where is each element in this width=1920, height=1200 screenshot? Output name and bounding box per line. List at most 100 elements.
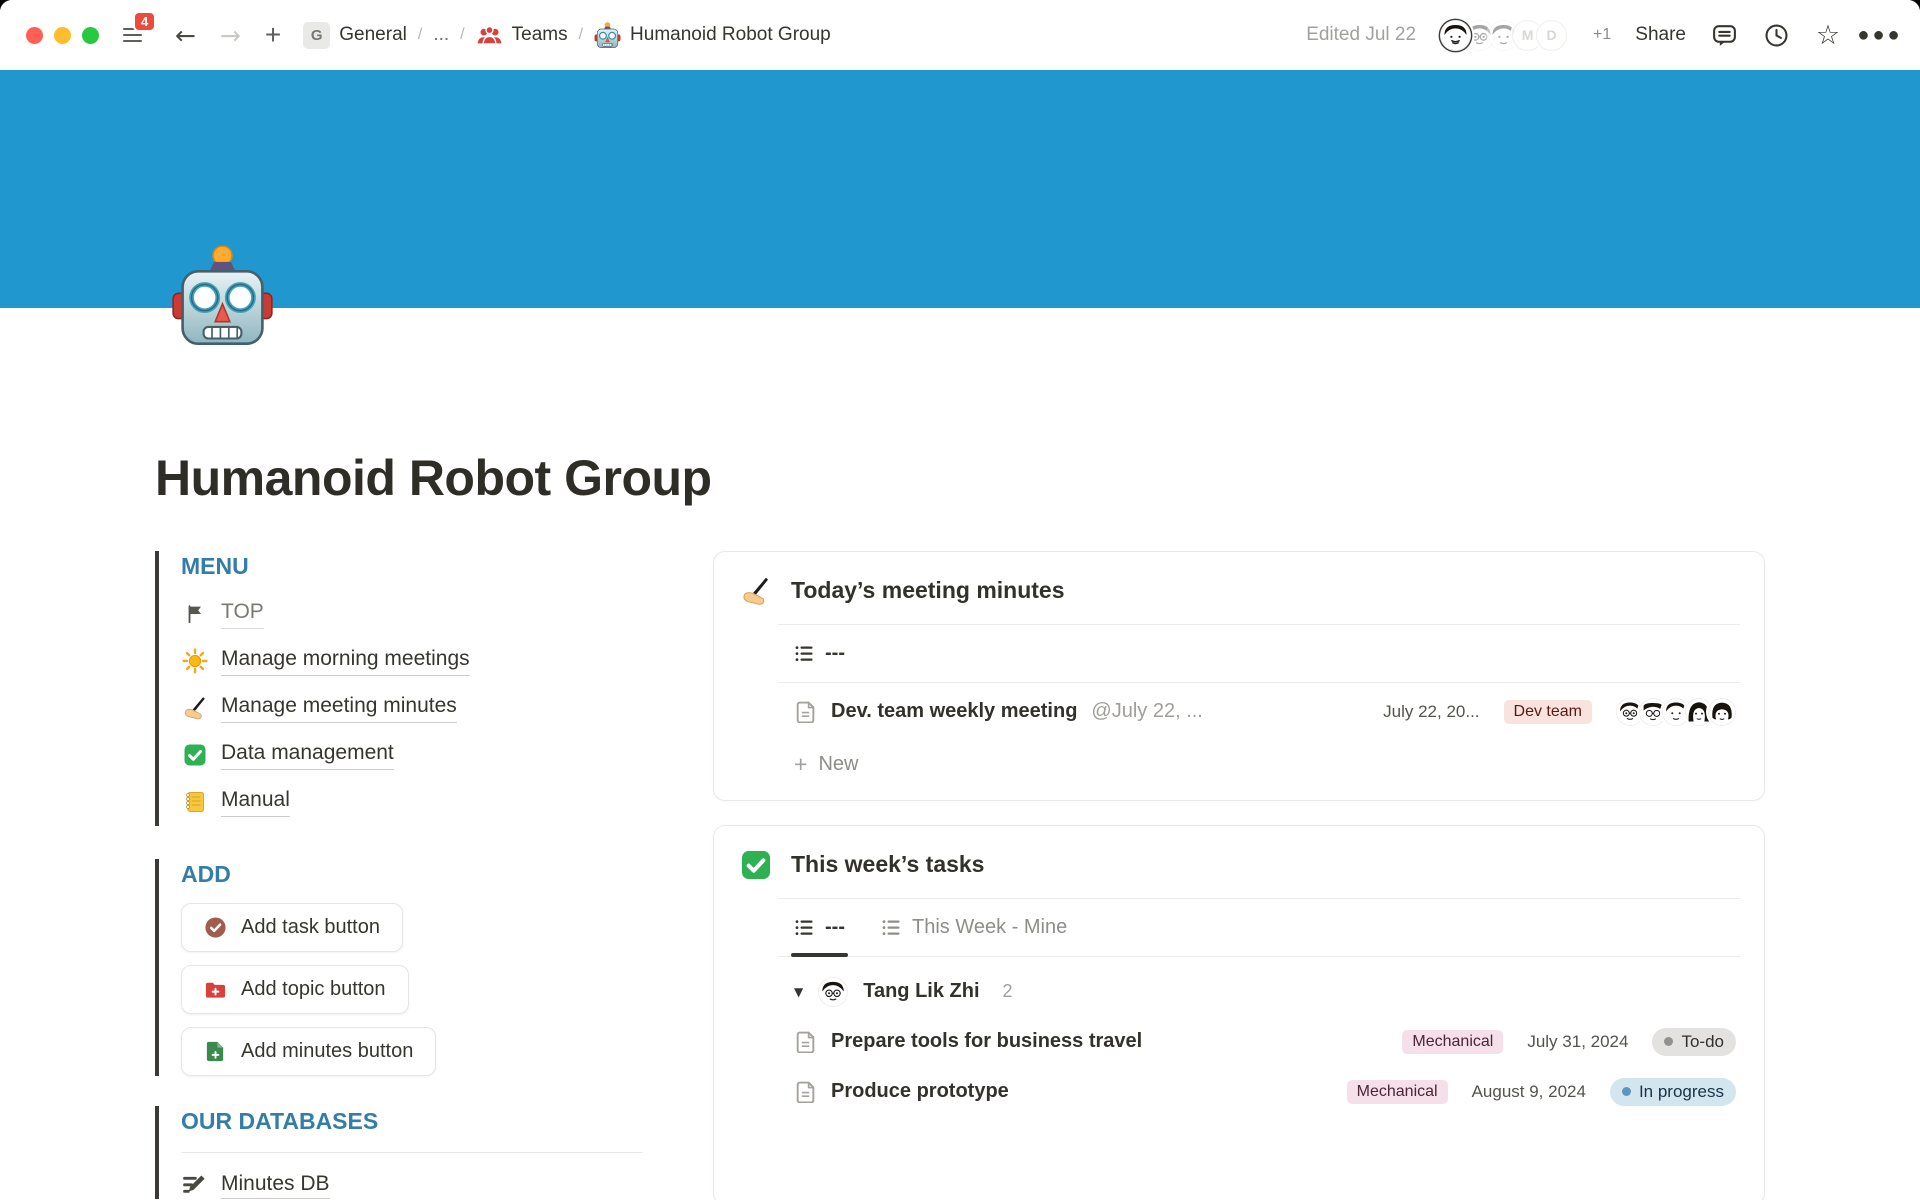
comments-icon[interactable] xyxy=(1710,21,1738,49)
page-robot-emoji-icon[interactable] xyxy=(170,244,275,349)
status-dot-icon xyxy=(1622,1087,1631,1096)
view-tab-active[interactable]: --- xyxy=(794,899,845,956)
meeting-date-mention: @July 22, ... xyxy=(1091,700,1202,723)
menu-link-label: Manage morning meetings xyxy=(221,646,470,675)
add-topic-button[interactable]: Add topic button xyxy=(181,965,409,1014)
meeting-title: Dev. team weekly meeting xyxy=(831,700,1077,723)
menu-section: MENU TOP Manage morning meet xyxy=(155,551,643,826)
new-item-label: New xyxy=(818,753,858,776)
menu-link-manual[interactable]: Manual xyxy=(181,779,643,826)
right-column: Today’s meeting minutes --- xyxy=(713,551,1765,1200)
menu-link-morning-meetings[interactable]: Manage morning meetings xyxy=(181,638,643,685)
plus-icon: + xyxy=(794,753,807,776)
menu-link-label: Manage meeting minutes xyxy=(221,693,457,722)
meeting-minutes-card: Today’s meeting minutes --- xyxy=(713,551,1765,801)
minimize-window-button[interactable] xyxy=(54,27,71,44)
compose-icon xyxy=(181,1172,207,1198)
forward-icon[interactable]: → xyxy=(220,21,241,50)
sun-icon xyxy=(181,648,208,675)
status-dot-icon xyxy=(1664,1037,1673,1046)
databases-heading: OUR DATABASES xyxy=(181,1106,643,1136)
menu-heading: MENU xyxy=(181,551,643,581)
meeting-row[interactable]: Dev. team weekly meeting @July 22, ... J… xyxy=(778,683,1740,741)
ledger-icon xyxy=(181,789,208,816)
page-title[interactable]: Humanoid Robot Group xyxy=(155,308,1765,508)
breadcrumb-workspace[interactable]: G General xyxy=(303,22,407,49)
menu-link-label: Data management xyxy=(221,740,394,769)
task-row[interactable]: Prepare tools for business travel Mechan… xyxy=(778,1017,1740,1067)
task-row[interactable]: Produce prototype Mechanical August 9, 2… xyxy=(778,1067,1740,1117)
collapse-toggle-icon[interactable]: ▼ xyxy=(794,985,803,999)
favorite-star-icon[interactable]: ☆ xyxy=(1814,21,1842,49)
group-name: Tang Lik Zhi xyxy=(863,980,979,1003)
back-icon[interactable]: ← xyxy=(175,21,196,50)
page-icon xyxy=(794,1080,817,1103)
view-tab-this-week-mine[interactable]: This Week - Mine xyxy=(881,899,1067,956)
view-tab-label: --- xyxy=(825,642,845,665)
menu-link-data-management[interactable]: Data management xyxy=(181,732,643,779)
avatar-letter-d: D xyxy=(1536,20,1567,51)
flag-icon xyxy=(181,601,208,628)
breadcrumb-workspace-label: General xyxy=(339,24,407,46)
breadcrumb-teams[interactable]: Teams xyxy=(476,22,568,49)
status-label: In progress xyxy=(1639,1082,1724,1102)
breadcrumb-teams-label: Teams xyxy=(512,24,568,46)
new-tab-icon[interactable]: + xyxy=(265,21,281,49)
list-view-icon xyxy=(881,917,902,938)
presence-overflow-count: +1 xyxy=(1593,26,1611,44)
menu-link-meeting-minutes[interactable]: Manage meeting minutes xyxy=(181,685,643,732)
updates-clock-icon[interactable] xyxy=(1762,21,1790,49)
group-header-row: ▼ Tang Lik Zhi 2 xyxy=(778,957,1740,1017)
group-avatar xyxy=(818,977,848,1007)
breadcrumb-page[interactable]: Humanoid Robot Group xyxy=(594,22,831,49)
view-tab[interactable]: --- xyxy=(794,625,845,682)
breadcrumb-separator: / xyxy=(418,26,422,44)
traffic-lights xyxy=(26,27,99,44)
edited-timestamp: Edited Jul 22 xyxy=(1306,24,1416,46)
card-title: Today’s meeting minutes xyxy=(791,577,1065,604)
more-options-icon[interactable]: ●●● xyxy=(1866,21,1894,49)
sidebar-toggle-icon[interactable]: 4 xyxy=(123,24,147,46)
breadcrumb: G General / ... / Teams / Humanoid Robot… xyxy=(303,22,830,49)
breadcrumb-collapsed[interactable]: ... xyxy=(433,24,449,46)
menu-link-top[interactable]: TOP xyxy=(181,591,643,638)
add-topic-label: Add topic button xyxy=(241,978,386,1001)
menu-link-label: Manual xyxy=(221,787,290,816)
new-item-button[interactable]: + New xyxy=(778,741,1740,800)
group-count: 2 xyxy=(1003,981,1013,1002)
add-task-button[interactable]: Add task button xyxy=(181,903,403,952)
list-view-icon xyxy=(794,917,815,938)
task-title: Prepare tools for business travel xyxy=(831,1030,1142,1053)
share-button[interactable]: Share xyxy=(1635,24,1686,46)
breadcrumb-page-label: Humanoid Robot Group xyxy=(630,24,831,46)
minutes-file-icon xyxy=(204,1040,227,1063)
add-minutes-label: Add minutes button xyxy=(241,1040,413,1063)
meeting-date: July 22, 20... xyxy=(1383,702,1479,722)
list-view-icon xyxy=(794,643,815,664)
minutes-db-link[interactable]: Minutes DB xyxy=(181,1172,643,1199)
page-icon xyxy=(794,700,817,723)
check-mark-emoji-icon xyxy=(740,849,772,881)
add-section: ADD Add task button Add topic button xyxy=(155,859,643,1076)
presence-avatar-stack[interactable]: M D xyxy=(1440,20,1567,51)
status-badge: In progress xyxy=(1610,1078,1736,1106)
weekly-tasks-card: This week’s tasks --- This Week - Mine xyxy=(713,825,1765,1200)
category-tag: Mechanical xyxy=(1402,1030,1503,1054)
writing-hand-emoji-icon xyxy=(740,575,772,607)
task-check-icon xyxy=(204,916,227,939)
avatar-man-mustache xyxy=(1440,20,1471,51)
card-title: This week’s tasks xyxy=(791,851,984,878)
view-tab-label: --- xyxy=(825,916,845,939)
titlebar-actions: Edited Jul 22 M D +1 Share ☆ ●●● xyxy=(1306,20,1894,51)
close-window-button[interactable] xyxy=(26,27,43,44)
status-badge: To-do xyxy=(1652,1028,1736,1056)
robot-emoji-icon xyxy=(594,22,621,49)
add-minutes-button[interactable]: Add minutes button xyxy=(181,1027,436,1076)
zoom-window-button[interactable] xyxy=(82,27,99,44)
databases-section: OUR DATABASES Minutes DB xyxy=(155,1106,643,1199)
left-column: MENU TOP Manage morning meet xyxy=(155,551,643,1199)
task-title: Produce prototype xyxy=(831,1080,1009,1103)
add-task-label: Add task button xyxy=(241,916,380,939)
page-content: Humanoid Robot Group MENU TOP xyxy=(0,308,1920,1200)
breadcrumb-separator: / xyxy=(460,26,464,44)
